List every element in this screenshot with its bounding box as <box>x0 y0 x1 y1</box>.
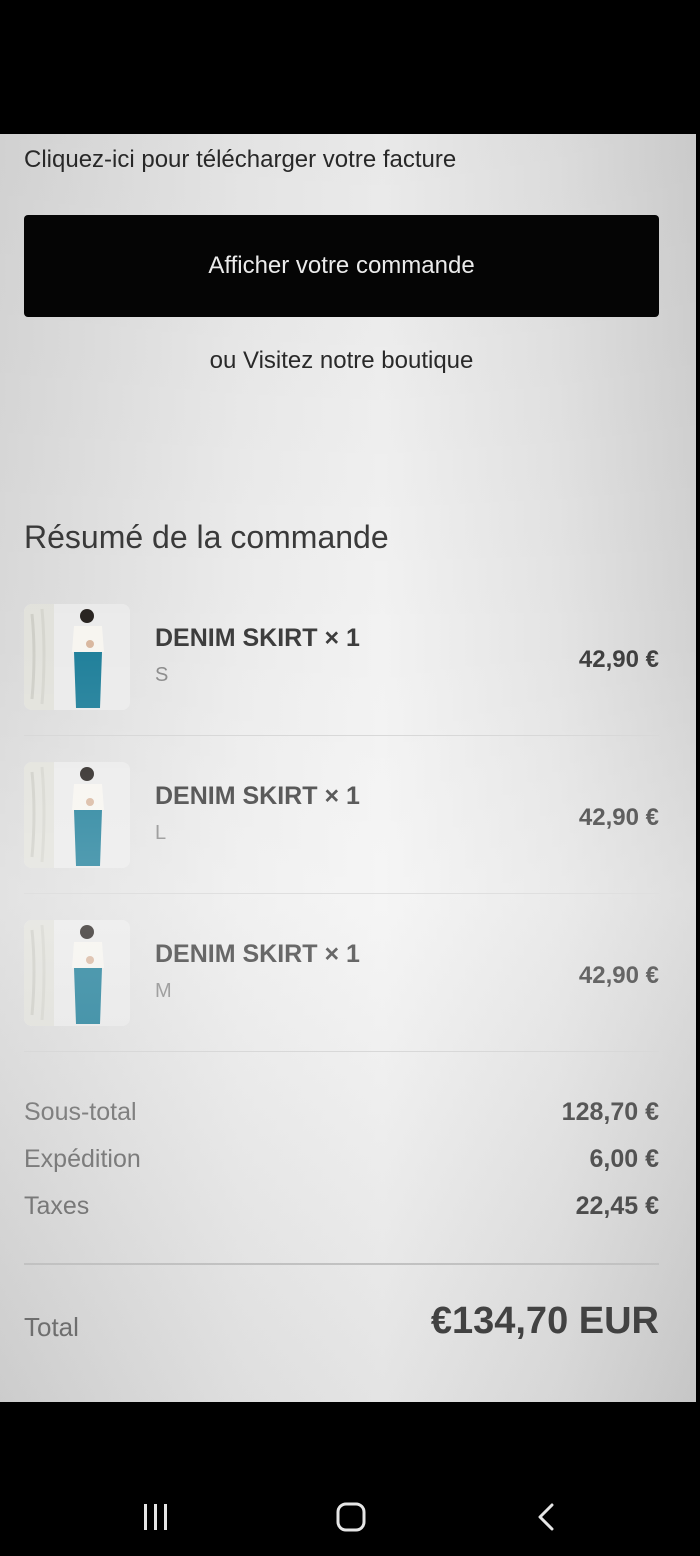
item-variant: M <box>155 980 172 1002</box>
shipping-row: Expédition 6,00 € <box>24 1145 659 1177</box>
shipping-value: 6,00 € <box>589 1145 659 1173</box>
item-name: DENIM SKIRT × 1 <box>155 940 360 968</box>
taxes-value: 22,45 € <box>575 1192 659 1220</box>
line-item: DENIM SKIRT × 1 L 42,90 € <box>24 762 659 872</box>
total-value: €134,70 EUR <box>430 1300 659 1342</box>
status-bar <box>0 0 700 134</box>
item-variant: L <box>155 822 167 844</box>
divider <box>24 735 659 736</box>
line-item: DENIM SKIRT × 1 M 42,90 € <box>24 920 659 1030</box>
order-confirmation-page: Cliquez-ici pour télécharger votre factu… <box>0 134 696 1402</box>
item-price: 42,90 € <box>578 804 659 831</box>
subtotal-value: 128,70 € <box>561 1098 659 1126</box>
divider <box>24 893 659 894</box>
taxes-row: Taxes 22,45 € <box>24 1192 659 1224</box>
back-icon <box>538 1503 554 1531</box>
home-icon <box>336 1502 366 1532</box>
divider <box>24 1051 659 1052</box>
item-variant: S <box>155 664 169 686</box>
shipping-label: Expédition <box>24 1145 141 1173</box>
product-thumbnail <box>24 762 130 868</box>
item-name: DENIM SKIRT × 1 <box>155 782 360 810</box>
view-order-button-label: Afficher votre commande <box>208 252 475 279</box>
home-button[interactable] <box>326 1492 376 1542</box>
taxes-label: Taxes <box>24 1192 90 1220</box>
product-thumbnail <box>24 604 130 710</box>
item-name: DENIM SKIRT × 1 <box>155 624 360 652</box>
back-button[interactable] <box>522 1492 572 1542</box>
subtotal-row: Sous-total 128,70 € <box>24 1098 659 1130</box>
item-price: 42,90 € <box>578 646 659 673</box>
total-label: Total <box>24 1312 79 1342</box>
recent-apps-icon <box>144 1504 167 1530</box>
subtotal-label: Sous-total <box>24 1098 137 1126</box>
download-invoice-link[interactable]: Cliquez-ici pour télécharger votre factu… <box>24 146 456 174</box>
product-thumbnail <box>24 920 130 1026</box>
divider <box>24 1263 659 1265</box>
recent-apps-button[interactable] <box>131 1492 181 1542</box>
item-price: 42,90 € <box>578 962 659 989</box>
android-navigation-bar <box>0 1402 700 1556</box>
order-summary-title: Résumé de la commande <box>24 519 389 555</box>
visit-shop-link[interactable]: ou Visitez notre boutique <box>24 347 659 375</box>
line-item: DENIM SKIRT × 1 S 42,90 € <box>24 604 659 714</box>
view-order-button[interactable]: Afficher votre commande <box>24 215 659 317</box>
